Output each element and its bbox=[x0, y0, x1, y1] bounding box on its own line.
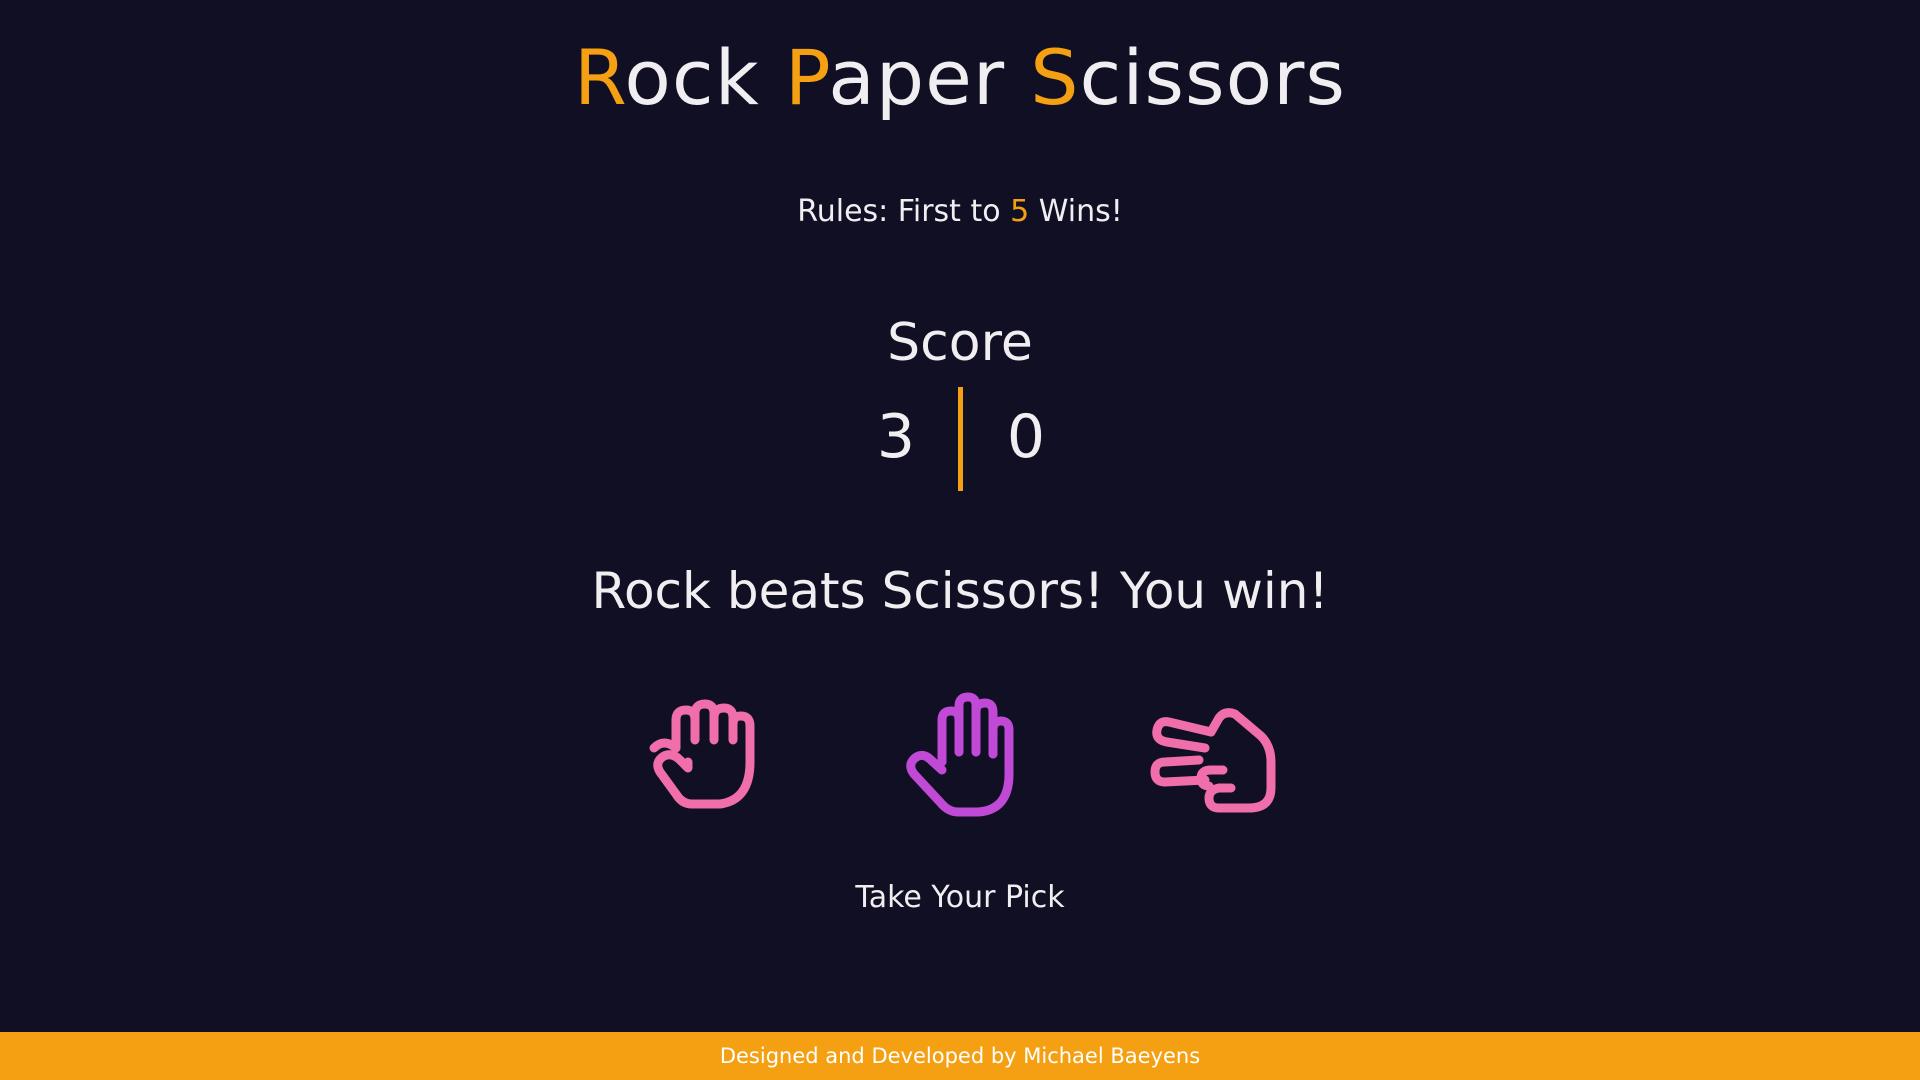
rules-text: Rules: First to 5 Wins! bbox=[0, 190, 1920, 234]
title-word-scissors: cissors bbox=[1079, 33, 1346, 122]
page-title: Rock Paper Scissors bbox=[0, 30, 1920, 126]
rock-button[interactable] bbox=[642, 690, 772, 820]
title-letter-r: R bbox=[574, 33, 625, 122]
footer: Designed and Developed by Michael Baeyen… bbox=[0, 1032, 1920, 1080]
footer-credit: Designed and Developed by Michael Baeyen… bbox=[719, 1044, 1201, 1068]
computer-score: 0 bbox=[1006, 402, 1046, 472]
fist-icon bbox=[649, 699, 755, 809]
title-word-paper: aper bbox=[828, 33, 1031, 122]
player-score: 3 bbox=[876, 402, 916, 472]
score-divider bbox=[958, 387, 963, 491]
rules-prefix: Rules: First to bbox=[797, 194, 1011, 229]
title-word-rock: ock bbox=[624, 33, 785, 122]
scissors-hand-icon bbox=[1150, 708, 1276, 813]
scissors-button[interactable] bbox=[1149, 690, 1279, 820]
title-letter-s: S bbox=[1030, 33, 1080, 122]
scoreboard: 3 0 bbox=[0, 385, 1920, 491]
take-your-pick-prompt: Take Your Pick bbox=[855, 880, 1065, 915]
game-page: Rock Paper Scissors Rules: First to 5 Wi… bbox=[0, 0, 1920, 1080]
title-letter-p: P bbox=[784, 33, 829, 122]
score-label: Score bbox=[887, 313, 1033, 373]
paper-button[interactable] bbox=[896, 690, 1026, 820]
rules-target-wins: 5 bbox=[1010, 194, 1030, 229]
open-hand-icon bbox=[906, 692, 1014, 817]
rules-suffix: Wins! bbox=[1029, 194, 1123, 229]
round-result-message: Rock beats Scissors! You win! bbox=[591, 562, 1329, 620]
